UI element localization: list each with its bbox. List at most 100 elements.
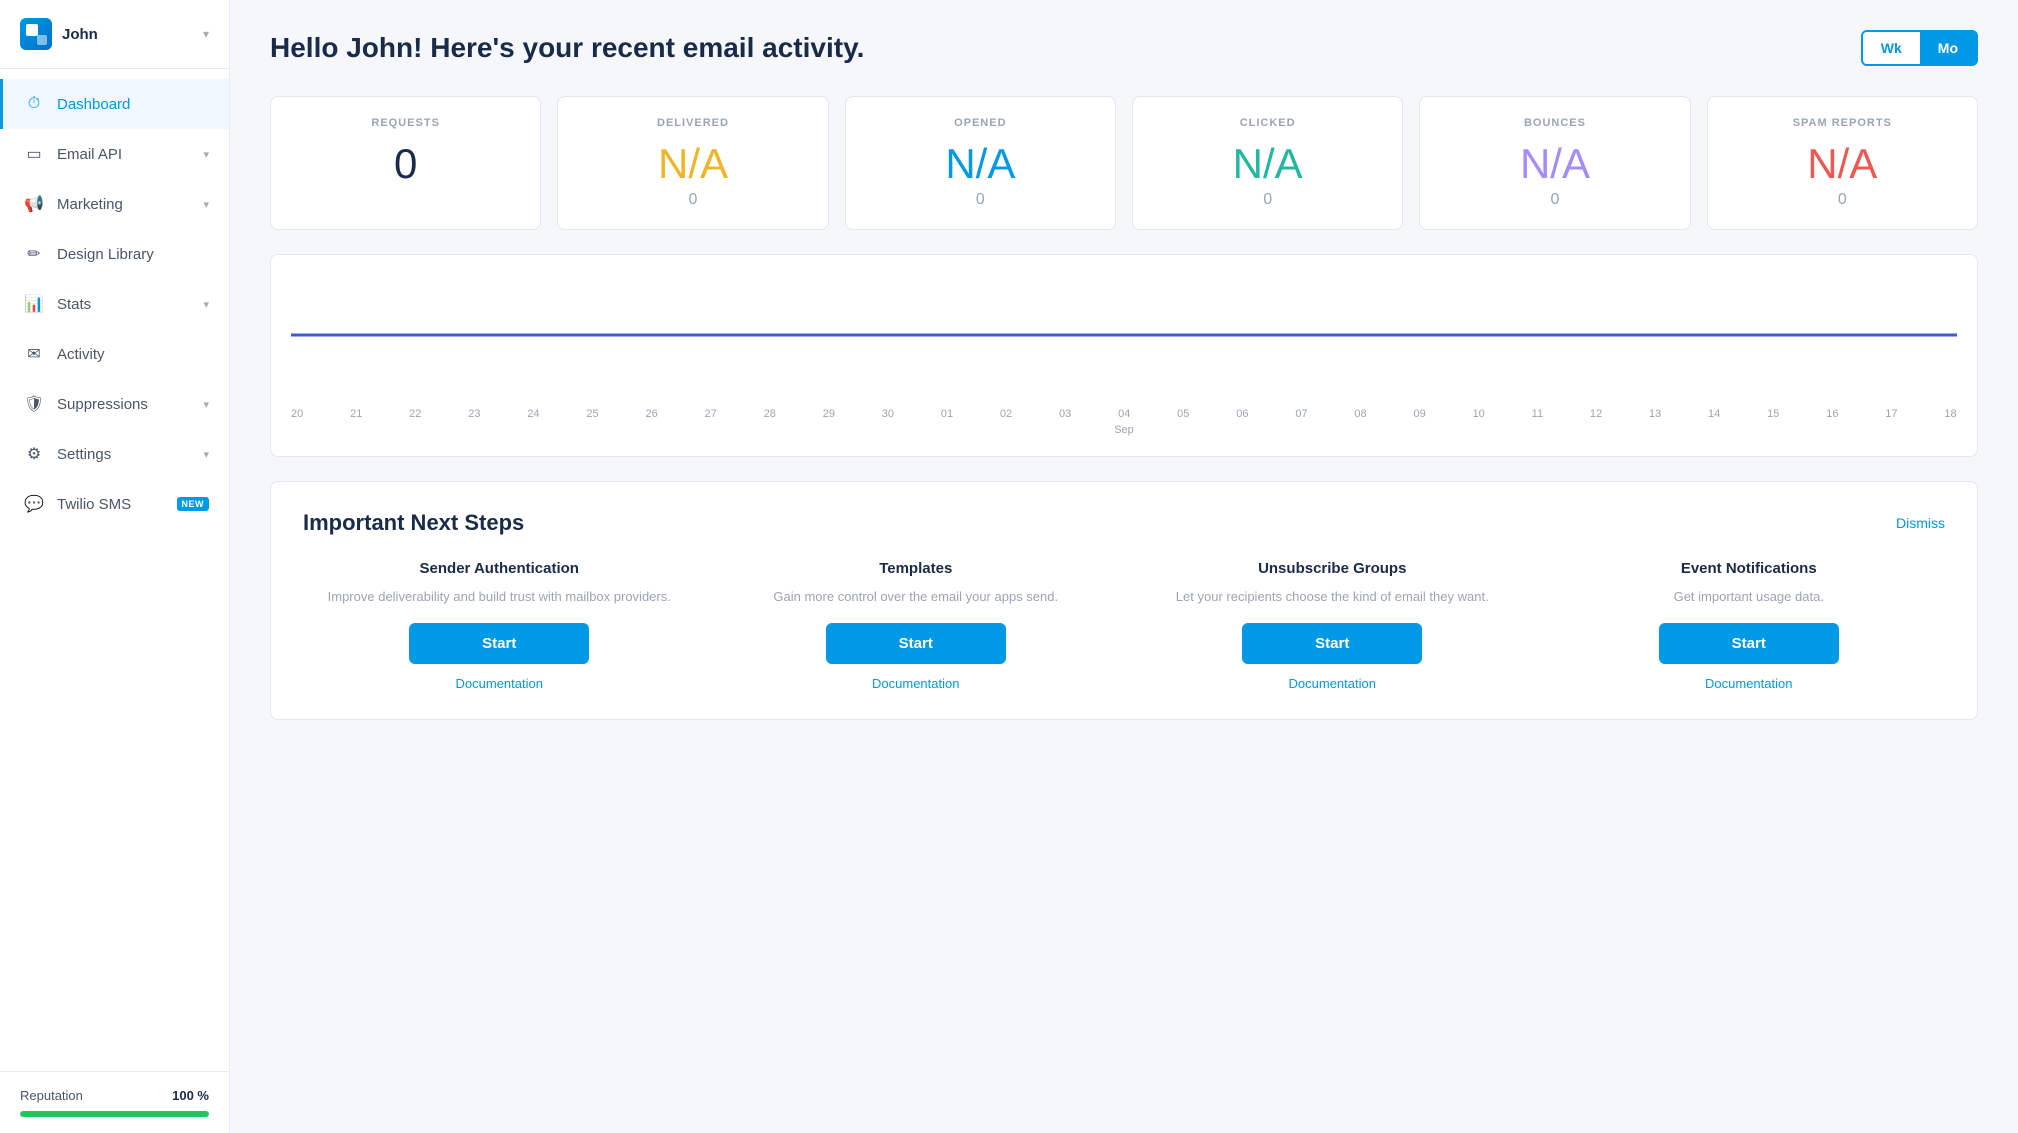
next-steps-title: Important Next Steps <box>303 510 524 536</box>
dismiss-button[interactable]: Dismiss <box>1896 515 1945 531</box>
sidebar-item-design-library[interactable]: ✏ Design Library <box>0 229 229 279</box>
email-api-icon: ▭ <box>23 143 45 165</box>
chart-area: 2021222324252627282930010203040506070809… <box>270 254 1978 457</box>
steps-grid: Sender AuthenticationImprove deliverabil… <box>303 560 1945 691</box>
nav-chevron-icon-email-api: ▾ <box>203 148 209 161</box>
chart-axis-label: 20 <box>291 408 303 420</box>
chart-sep-label: Sep <box>291 424 1957 436</box>
chart-axis-label: 06 <box>1236 408 1248 420</box>
step-title-unsubscribe-groups: Unsubscribe Groups <box>1258 560 1406 577</box>
step-start-button-unsubscribe-groups[interactable]: Start <box>1242 623 1422 664</box>
sidebar-item-label-activity: Activity <box>57 346 209 363</box>
stats-row: REQUESTS0DELIVEREDN/A0OPENEDN/A0CLICKEDN… <box>270 96 1978 230</box>
stat-value-spam-reports: N/A <box>1732 143 1953 185</box>
sidebar-item-marketing[interactable]: 📢Marketing▾ <box>0 179 229 229</box>
main-content: Hello John! Here's your recent email act… <box>230 0 2018 1133</box>
dashboard-icon: ⏱ <box>23 93 45 115</box>
chart-axis-label: 04 <box>1118 408 1130 420</box>
step-doc-link-unsubscribe-groups[interactable]: Documentation <box>1289 676 1376 691</box>
chart-axis-label: 30 <box>882 408 894 420</box>
activity-icon: ✉ <box>23 343 45 365</box>
time-toggle: Wk Mo <box>1861 30 1978 66</box>
sidebar-nav: ⏱ Dashboard ▭Email API▾ 📢 Marketing ▾ ✏ Design … <box>0 69 229 1071</box>
page-header: Hello John! Here's your recent email act… <box>270 30 1978 66</box>
step-desc-unsubscribe-groups: Let your recipients choose the kind of e… <box>1176 587 1489 607</box>
stat-value-opened: N/A <box>870 143 1091 185</box>
step-doc-link-templates[interactable]: Documentation <box>872 676 959 691</box>
step-doc-link-sender-auth[interactable]: Documentation <box>456 676 543 691</box>
stat-card-requests: REQUESTS0 <box>270 96 541 230</box>
chart-axis-label: 05 <box>1177 408 1189 420</box>
twilio-sms-icon: 💬 <box>23 493 45 515</box>
stat-sub-clicked: 0 <box>1157 191 1378 209</box>
nav-chevron-icon-stats: ▾ <box>203 298 209 311</box>
chart-axis-label: 18 <box>1944 408 1956 420</box>
sidebar-item-label-twilio-sms: Twilio SMS <box>57 496 172 513</box>
sidebar-username: John <box>62 26 203 43</box>
next-steps-card: Important Next Steps Dismiss Sender Auth… <box>270 481 1978 720</box>
chart-svg <box>291 275 1957 395</box>
step-start-button-sender-auth[interactable]: Start <box>409 623 589 664</box>
step-desc-event-notifications: Get important usage data. <box>1674 587 1824 607</box>
chart-axis-label: 14 <box>1708 408 1720 420</box>
chart-axis-label: 12 <box>1590 408 1602 420</box>
sidebar-item-label-design-library: Design Library <box>57 246 209 263</box>
sidebar-logo[interactable]: John ▾ <box>0 0 229 69</box>
stat-label-delivered: DELIVERED <box>582 117 803 129</box>
sidebar-item-label-settings: Settings <box>57 446 203 463</box>
sidebar-item-suppressions[interactable]: 🛡 Suppressions▾ <box>0 379 229 429</box>
stats-icon: 📊 <box>23 293 45 315</box>
sidebar-item-activity[interactable]: ✉ Activity <box>0 329 229 379</box>
marketing-icon: 📢 <box>23 193 45 215</box>
stat-sub-opened: 0 <box>870 191 1091 209</box>
time-wk-button[interactable]: Wk <box>1863 32 1920 64</box>
design-library-icon: ✏ <box>23 243 45 265</box>
nav-chevron-icon-settings: ▾ <box>203 448 209 461</box>
suppressions-icon: 🛡 <box>23 393 45 415</box>
chart-axis-label: 07 <box>1295 408 1307 420</box>
chart-axis-label: 15 <box>1767 408 1779 420</box>
chart-axis-label: 25 <box>586 408 598 420</box>
chart-axis-label: 01 <box>941 408 953 420</box>
stat-card-bounces: BOUNCESN/A0 <box>1419 96 1690 230</box>
chart-axis-label: 10 <box>1473 408 1485 420</box>
sidebar-item-twilio-sms[interactable]: 💬Twilio SMSNEW <box>0 479 229 529</box>
stat-label-bounces: BOUNCES <box>1444 117 1665 129</box>
step-col-unsubscribe-groups: Unsubscribe Groups Let your recipients ch… <box>1136 560 1529 691</box>
sidebar-item-label-stats: Stats <box>57 296 203 313</box>
sidebar-item-email-api[interactable]: ▭Email API▾ <box>0 129 229 179</box>
step-col-event-notifications: Event NotificationsGet important usage d… <box>1553 560 1946 691</box>
stat-label-spam-reports: SPAM REPORTS <box>1732 117 1953 129</box>
stat-label-opened: OPENED <box>870 117 1091 129</box>
step-desc-sender-auth: Improve deliverability and build trust w… <box>328 587 671 607</box>
time-mo-button[interactable]: Mo <box>1920 32 1976 64</box>
stat-label-requests: REQUESTS <box>295 117 516 129</box>
step-desc-templates: Gain more control over the email your ap… <box>773 587 1058 607</box>
stat-value-delivered: N/A <box>582 143 803 185</box>
sidebar-item-label-dashboard: Dashboard <box>57 96 209 113</box>
sidebar-item-settings[interactable]: ⚙Settings▾ <box>0 429 229 479</box>
step-start-button-event-notifications[interactable]: Start <box>1659 623 1839 664</box>
stat-sub-spam-reports: 0 <box>1732 191 1953 209</box>
sidebar-item-dashboard[interactable]: ⏱ Dashboard <box>0 79 229 129</box>
chart-axis-label: 28 <box>764 408 776 420</box>
sidebar-item-label-marketing: Marketing <box>57 196 203 213</box>
chart-axis-label: 17 <box>1885 408 1897 420</box>
chart-axis-label: 13 <box>1649 408 1661 420</box>
step-title-templates: Templates <box>879 560 952 577</box>
sidebar-footer: Reputation 100 % <box>0 1071 229 1133</box>
chart-axis-label: 09 <box>1413 408 1425 420</box>
sidebar-item-stats[interactable]: 📊 Stats▾ <box>0 279 229 329</box>
chart-x-axis: 2021222324252627282930010203040506070809… <box>291 400 1957 420</box>
chart-axis-label: 21 <box>350 408 362 420</box>
stat-value-bounces: N/A <box>1444 143 1665 185</box>
step-doc-link-event-notifications[interactable]: Documentation <box>1705 676 1792 691</box>
stat-label-clicked: CLICKED <box>1157 117 1378 129</box>
sidebar-chevron-icon: ▾ <box>203 27 209 41</box>
reputation-progress-fill <box>20 1111 209 1117</box>
nav-chevron-icon-suppressions: ▾ <box>203 398 209 411</box>
step-start-button-templates[interactable]: Start <box>826 623 1006 664</box>
chart-axis-label: 11 <box>1532 408 1543 420</box>
sidebar-item-label-suppressions: Suppressions <box>57 396 203 413</box>
reputation-label: Reputation <box>20 1088 83 1103</box>
